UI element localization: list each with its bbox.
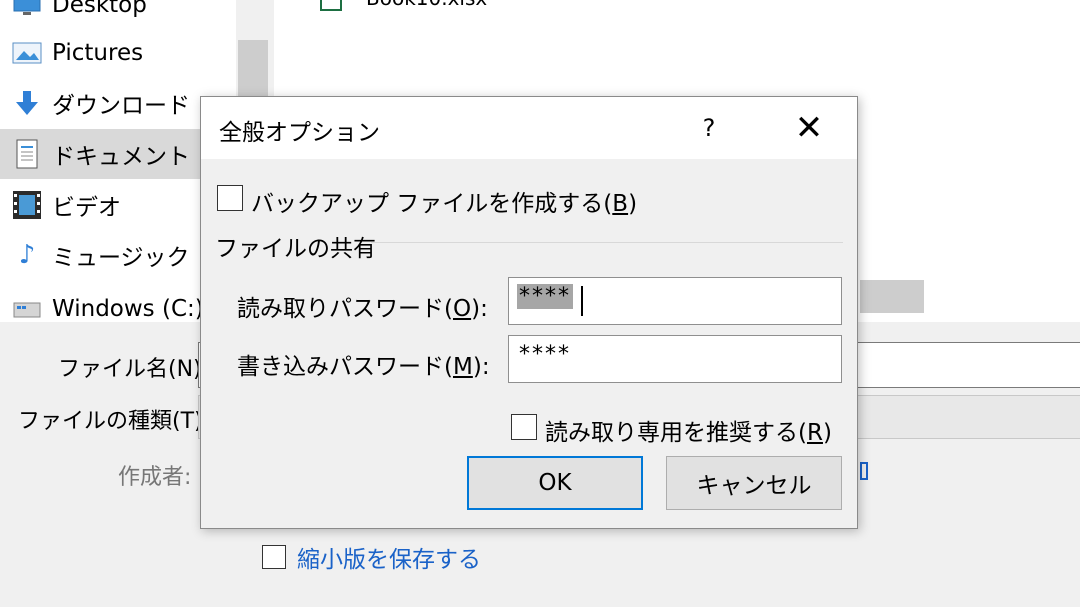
write-password-value: **** [519, 342, 571, 367]
cancel-button-label: キャンセル [696, 473, 812, 499]
section-divider [371, 242, 843, 243]
readonly-recommended-checkbox[interactable] [511, 414, 537, 440]
excel-file-icon [320, 0, 342, 11]
nav-item-label: ドキュメント [52, 144, 190, 170]
nav-item-label: Desktop [52, 0, 147, 18]
close-icon: ✕ [794, 108, 824, 148]
text-caret [581, 286, 583, 316]
nav-item-pictures[interactable]: Pictures [0, 28, 236, 78]
filetype-label: ファイルの種類(T): [18, 409, 211, 434]
documents-icon [10, 137, 44, 171]
file-row[interactable]: Book10.xlsx [320, 0, 487, 11]
author-label: 作成者: [118, 465, 192, 490]
dialog-title: 全般オプション [219, 120, 380, 146]
backup-checkbox-label[interactable]: バックアップ ファイルを作成する(B) [251, 184, 637, 218]
read-password-label: 読み取りパスワード(O): [237, 296, 488, 322]
videos-icon [10, 188, 44, 222]
nav-item-desktop[interactable]: Desktop [0, 0, 236, 30]
thumbnail-checkbox-label[interactable]: 縮小版を保存する [297, 540, 481, 574]
help-button[interactable]: ? [681, 103, 737, 153]
write-password-label: 書き込みパスワード(M): [237, 354, 490, 380]
help-icon: ? [702, 114, 716, 142]
readonly-recommended-label[interactable]: 読み取り専用を推奨する(R) [545, 413, 832, 447]
read-password-input[interactable]: **** [508, 277, 842, 325]
nav-item-label: ダウンロード [52, 93, 190, 119]
filename-label: ファイル名(N): [58, 357, 210, 382]
read-password-value: **** [517, 284, 573, 309]
thumbnail-checkbox[interactable] [262, 545, 286, 569]
general-options-dialog: 全般オプション ? ✕ バックアップ ファイルを作成する(B) ファイルの共有 … [200, 96, 858, 529]
write-password-input[interactable]: **** [508, 335, 842, 383]
author-link-fragment[interactable] [860, 462, 868, 480]
nav-item-label: Windows (C:) [52, 296, 204, 322]
file-name: Book10.xlsx [366, 0, 487, 10]
nav-item-label: ミュージック [52, 245, 190, 271]
nav-item-label: ビデオ [52, 195, 121, 221]
pictures-icon [10, 36, 44, 70]
horizontal-scroll-thumb[interactable] [860, 280, 924, 313]
download-icon [10, 86, 44, 120]
ok-button-label: OK [538, 470, 572, 496]
desktop-icon [10, 0, 44, 22]
backup-checkbox[interactable] [217, 185, 243, 211]
drive-icon [10, 292, 44, 326]
close-button[interactable]: ✕ [777, 103, 841, 153]
music-icon: ♪ [18, 240, 36, 270]
file-sharing-section-title: ファイルの共有 [215, 236, 376, 262]
cancel-button[interactable]: キャンセル [666, 456, 842, 510]
nav-item-label: Pictures [52, 40, 144, 66]
ok-button[interactable]: OK [467, 456, 643, 510]
